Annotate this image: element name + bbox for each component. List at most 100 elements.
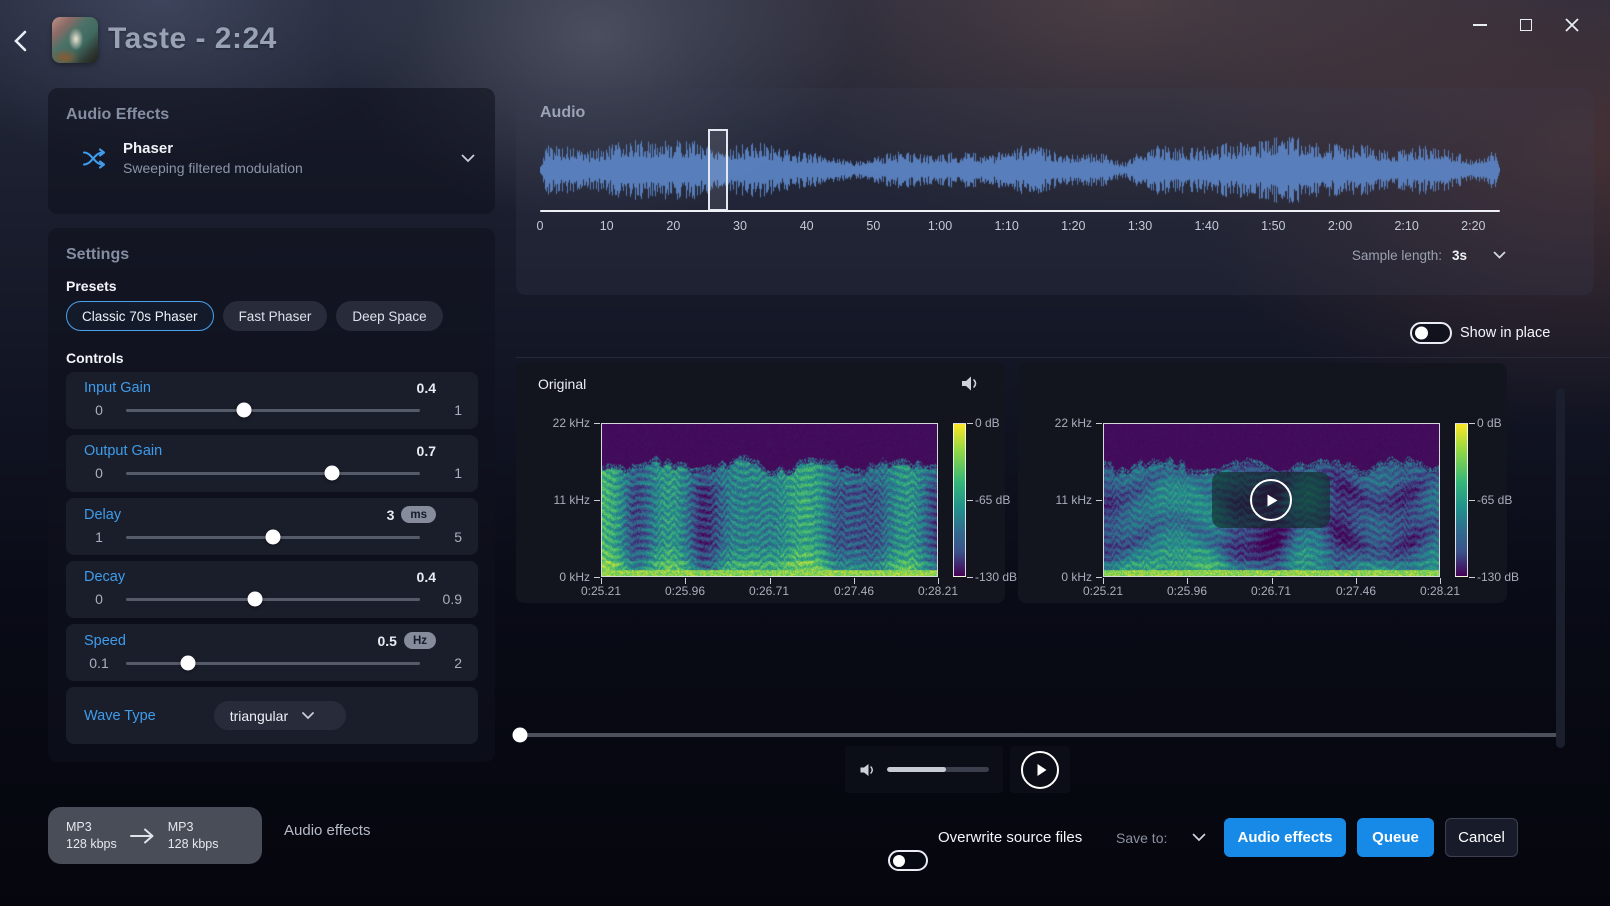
- control-value: 3: [387, 507, 395, 523]
- slider-thumb[interactable]: [324, 466, 339, 481]
- save-to-dropdown[interactable]: [1192, 833, 1206, 842]
- target-bitrate: 128 kbps: [168, 836, 219, 853]
- unit-badge: Hz: [404, 632, 436, 649]
- time-axis: 010203040501:001:101:201:301:401:502:002…: [540, 219, 1500, 235]
- freq-tick: 0 kHz: [1030, 570, 1092, 584]
- show-in-place-label: Show in place: [1460, 325, 1550, 341]
- controls-heading: Controls: [66, 350, 124, 366]
- source-bitrate: 128 kbps: [66, 836, 117, 853]
- freq-tick: 11 kHz: [1030, 493, 1092, 507]
- audio-effects-panel: Audio Effects Phaser Sweeping filtered m…: [48, 88, 495, 214]
- time-tick: 0:27.46: [1336, 584, 1376, 598]
- spectrogram-title: Original: [538, 376, 586, 392]
- preset-row: Classic 70s Phaser Fast Phaser Deep Spac…: [66, 301, 443, 331]
- audio-effects-button[interactable]: Audio effects: [1224, 818, 1346, 857]
- chevron-down-icon: [1493, 251, 1506, 260]
- db-tick: -65 dB: [975, 493, 1010, 507]
- preview-play-button[interactable]: [1212, 472, 1330, 528]
- decay-slider[interactable]: [126, 598, 420, 601]
- time-tick: 0:27.46: [834, 584, 874, 598]
- waveform[interactable]: [540, 132, 1500, 208]
- time-tick: 20: [666, 219, 680, 233]
- show-in-place-toggle[interactable]: [1410, 322, 1452, 344]
- preset-classic-70s-phaser[interactable]: Classic 70s Phaser: [66, 301, 214, 331]
- time-tick: 0:25.21: [581, 584, 621, 598]
- time-tick: 0:26.71: [1251, 584, 1291, 598]
- control-label: Decay: [84, 569, 125, 585]
- effects-panel-heading: Audio Effects: [66, 106, 477, 124]
- preset-fast-phaser[interactable]: Fast Phaser: [223, 301, 328, 331]
- back-button[interactable]: [10, 26, 40, 56]
- slider-min: 0.1: [84, 655, 114, 671]
- divider: [516, 357, 1610, 358]
- time-tick: 1:00: [928, 219, 952, 233]
- wave-type-select[interactable]: triangular: [214, 701, 346, 730]
- time-axis-line: [540, 210, 1500, 212]
- audio-waveform-panel: Audio 010203040501:001:101:201:301:401:5…: [516, 88, 1594, 295]
- time-tick: 30: [733, 219, 747, 233]
- speed-slider[interactable]: [126, 662, 420, 665]
- seek-thumb[interactable]: [513, 728, 528, 743]
- overwrite-source-toggle[interactable]: [888, 850, 928, 871]
- slider-max: 0.9: [432, 591, 462, 607]
- arrow-right-icon: [129, 827, 156, 845]
- settings-heading: Settings: [66, 246, 477, 264]
- slider-thumb[interactable]: [248, 592, 263, 607]
- control-label: Wave Type: [84, 708, 156, 724]
- presets-heading: Presets: [66, 278, 117, 294]
- sample-length-label: Sample length:: [1352, 248, 1442, 263]
- source-format: MP3: [66, 819, 117, 836]
- time-tick: 2:00: [1328, 219, 1352, 233]
- volume-icon[interactable]: [859, 762, 877, 778]
- control-wave-type: Wave Type triangular: [66, 687, 478, 744]
- slider-max: 1: [432, 402, 462, 418]
- effect-selector[interactable]: Phaser Sweeping filtered modulation: [66, 140, 481, 176]
- output-gain-slider[interactable]: [126, 472, 420, 475]
- spectrogram-panel-original: Original 22 kHz 11 kHz 0 kHz 0 dB -65 dB…: [516, 363, 1005, 603]
- sample-length-row: Sample length: 3s: [1352, 248, 1506, 263]
- maximize-button[interactable]: [1516, 16, 1536, 34]
- control-label: Speed: [84, 633, 126, 649]
- spectrogram-panel-processed: 22 kHz 11 kHz 0 kHz 0 dB -65 dB -130 dB …: [1018, 363, 1507, 603]
- control-value: 0.4: [417, 569, 436, 585]
- time-tick: 0: [537, 219, 544, 233]
- sample-selection-handle[interactable]: [708, 129, 728, 211]
- input-gain-slider[interactable]: [126, 409, 420, 412]
- slider-thumb[interactable]: [180, 656, 195, 671]
- speaker-icon[interactable]: [960, 374, 981, 393]
- slider-min: 0: [84, 402, 114, 418]
- volume-slider[interactable]: [887, 767, 989, 772]
- scrollbar[interactable]: [1556, 388, 1565, 748]
- control-delay: Delay 3 ms 1 5: [66, 498, 478, 555]
- control-value: 0.4: [417, 380, 436, 396]
- delay-slider[interactable]: [126, 536, 420, 539]
- cancel-button[interactable]: Cancel: [1445, 818, 1518, 857]
- slider-min: 0: [84, 465, 114, 481]
- album-art: [52, 17, 98, 63]
- settings-panel: Settings Presets Classic 70s Phaser Fast…: [48, 228, 495, 762]
- slider-max: 1: [432, 465, 462, 481]
- freq-tick: 11 kHz: [528, 493, 590, 507]
- control-label: Input Gain: [84, 380, 151, 396]
- page-title: Taste - 2:24: [108, 22, 277, 56]
- play-button[interactable]: [1021, 751, 1059, 789]
- slider-min: 1: [84, 529, 114, 545]
- time-tick: 1:10: [994, 219, 1018, 233]
- effect-summary-label: Audio effects: [284, 822, 370, 839]
- slider-thumb[interactable]: [236, 403, 251, 418]
- wave-type-value: triangular: [230, 708, 288, 724]
- time-tick: 50: [866, 219, 880, 233]
- time-tick: 0:25.96: [665, 584, 705, 598]
- control-input-gain: Input Gain 0.4 0 1: [66, 372, 478, 429]
- control-value: 0.7: [417, 443, 436, 459]
- seek-slider[interactable]: [520, 733, 1564, 737]
- close-button[interactable]: [1562, 16, 1582, 34]
- slider-thumb[interactable]: [266, 530, 281, 545]
- queue-button[interactable]: Queue: [1357, 818, 1434, 857]
- preset-deep-space[interactable]: Deep Space: [336, 301, 442, 331]
- spectrogram-plot: [601, 423, 938, 577]
- sample-length-dropdown[interactable]: [1493, 251, 1506, 260]
- effect-name: Phaser: [123, 140, 303, 157]
- minimize-button[interactable]: [1470, 16, 1490, 34]
- colorbar: [1455, 423, 1468, 577]
